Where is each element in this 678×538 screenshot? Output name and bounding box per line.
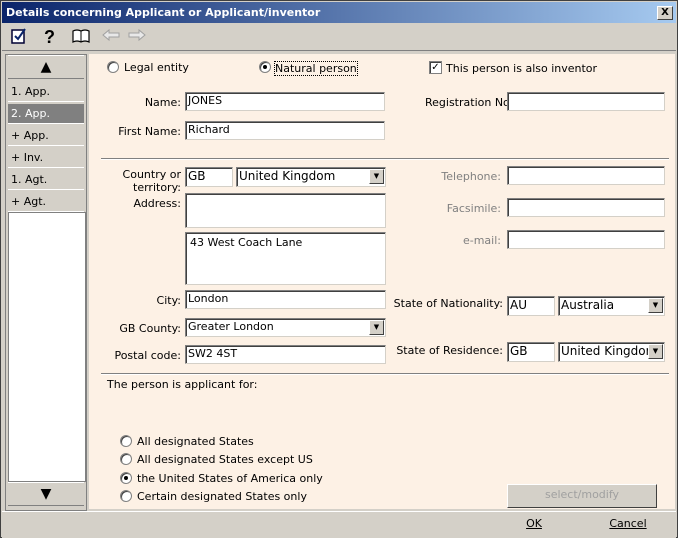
country-name-select[interactable]: United Kingdom ▼ bbox=[236, 167, 386, 187]
certain-states-radio[interactable] bbox=[120, 490, 132, 502]
also-inventor-label: This person is also inventor bbox=[446, 62, 598, 75]
telephone-label: Telephone: bbox=[441, 170, 501, 183]
us-only-label: the United States of America only bbox=[137, 472, 323, 485]
country-name-value: United Kingdom bbox=[239, 169, 336, 183]
cancel-button-label: Cancel bbox=[609, 517, 647, 530]
registration-field[interactable] bbox=[507, 92, 665, 111]
address-line2-field[interactable]: 43 West Coach Lane bbox=[185, 232, 386, 285]
chevron-down-icon[interactable]: ▼ bbox=[648, 344, 663, 359]
nationality-name-value: Australia bbox=[561, 298, 615, 312]
help-icon[interactable]: ? bbox=[38, 27, 60, 47]
legal-entity-radio[interactable] bbox=[107, 61, 119, 73]
nationality-code-field[interactable]: AU bbox=[507, 296, 555, 316]
registration-label: Registration No. bbox=[425, 96, 514, 109]
toolbar: ? bbox=[2, 24, 676, 51]
email-label: e-mail: bbox=[462, 234, 501, 247]
chevron-down-icon[interactable]: ▼ bbox=[648, 298, 663, 313]
dialog-footer: OK Cancel bbox=[2, 511, 676, 538]
sidebar-item-1-agt[interactable]: 1. Agt. bbox=[8, 170, 84, 190]
natural-person-radio[interactable] bbox=[259, 61, 271, 73]
dialog-window: Details concerning Applicant or Applican… bbox=[0, 0, 678, 538]
first-name-field[interactable]: Richard bbox=[185, 121, 385, 140]
county-label: GB County: bbox=[119, 322, 181, 335]
city-label: City: bbox=[156, 294, 181, 307]
scroll-up-button[interactable]: ▲ bbox=[8, 55, 84, 79]
country-label-line2: territory: bbox=[133, 181, 181, 194]
details-panel: Legal entity Natural person ✓ This perso… bbox=[89, 54, 675, 509]
back-arrow-icon bbox=[100, 27, 122, 47]
sidebar-item-add-inv[interactable]: + Inv. bbox=[8, 148, 84, 168]
all-states-radio[interactable] bbox=[120, 435, 132, 447]
window-title: Details concerning Applicant or Applican… bbox=[6, 6, 321, 19]
title-bar[interactable]: Details concerning Applicant or Applican… bbox=[2, 2, 676, 23]
facsimile-field[interactable] bbox=[507, 198, 665, 217]
separator-1 bbox=[101, 158, 669, 160]
telephone-field[interactable] bbox=[507, 166, 665, 185]
all-except-us-radio[interactable] bbox=[120, 453, 132, 465]
first-name-label: First Name: bbox=[118, 125, 181, 138]
country-label-line1: Country or bbox=[122, 168, 181, 181]
postal-code-field[interactable]: SW2 4ST bbox=[185, 345, 386, 364]
sidebar-item-add-app[interactable]: + App. bbox=[8, 126, 84, 146]
residence-label: State of Residence: bbox=[396, 344, 503, 357]
county-select[interactable]: Greater London ▼ bbox=[185, 318, 386, 337]
also-inventor-checkbox[interactable]: ✓ bbox=[429, 61, 442, 74]
residence-name-value: United Kingdom bbox=[561, 344, 658, 358]
scroll-down-button[interactable]: ▼ bbox=[8, 482, 84, 506]
legal-entity-label: Legal entity bbox=[124, 61, 189, 74]
county-value: Greater London bbox=[188, 320, 274, 333]
residence-select[interactable]: United Kingdom ▼ bbox=[558, 342, 665, 362]
chevron-down-icon[interactable]: ▼ bbox=[369, 169, 384, 184]
name-label: Name: bbox=[144, 96, 181, 109]
all-states-label: All designated States bbox=[137, 435, 254, 448]
cancel-button[interactable]: Cancel bbox=[582, 514, 674, 536]
nationality-select[interactable]: Australia ▼ bbox=[558, 296, 665, 316]
email-field[interactable] bbox=[507, 230, 665, 249]
all-except-us-label: All designated States except US bbox=[137, 453, 313, 466]
address-line1-field[interactable] bbox=[185, 193, 386, 228]
chevron-down-icon[interactable]: ▼ bbox=[369, 320, 384, 335]
sidebar-item-2-app[interactable]: 2. App. bbox=[8, 104, 84, 124]
separator-2 bbox=[101, 373, 669, 375]
natural-person-label: Natural person bbox=[274, 61, 358, 76]
select-modify-button[interactable]: select/modify bbox=[507, 484, 657, 508]
address-label: Address: bbox=[133, 197, 181, 210]
ok-button-label: OK bbox=[526, 517, 542, 530]
book-icon[interactable] bbox=[70, 27, 92, 47]
us-only-radio[interactable] bbox=[120, 472, 132, 484]
sidebar-item-1-app[interactable]: 1. App. bbox=[8, 82, 84, 102]
nationality-label: State of Nationality: bbox=[393, 297, 503, 310]
name-field[interactable]: JONES bbox=[185, 92, 385, 111]
certain-states-label: Certain designated States only bbox=[137, 490, 307, 503]
residence-code-field[interactable]: GB bbox=[507, 342, 555, 362]
country-code-field[interactable]: GB bbox=[185, 167, 233, 187]
postal-code-label: Postal code: bbox=[114, 349, 181, 362]
close-button[interactable]: X bbox=[657, 6, 673, 20]
checklist-icon[interactable] bbox=[8, 27, 30, 47]
city-field[interactable]: London bbox=[185, 290, 386, 309]
forward-arrow-icon bbox=[126, 27, 148, 47]
applicant-sidebar: ▲ 1. App. 2. App. + App. + Inv. 1. Agt. … bbox=[5, 54, 87, 511]
sidebar-item-add-agt[interactable]: + Agt. bbox=[8, 192, 84, 212]
applicant-for-heading: The person is applicant for: bbox=[107, 378, 258, 391]
sidebar-empty-area bbox=[8, 212, 86, 482]
ok-button[interactable]: OK bbox=[485, 514, 583, 536]
svg-text:?: ? bbox=[44, 27, 55, 47]
facsimile-label: Facsimile: bbox=[446, 202, 501, 215]
